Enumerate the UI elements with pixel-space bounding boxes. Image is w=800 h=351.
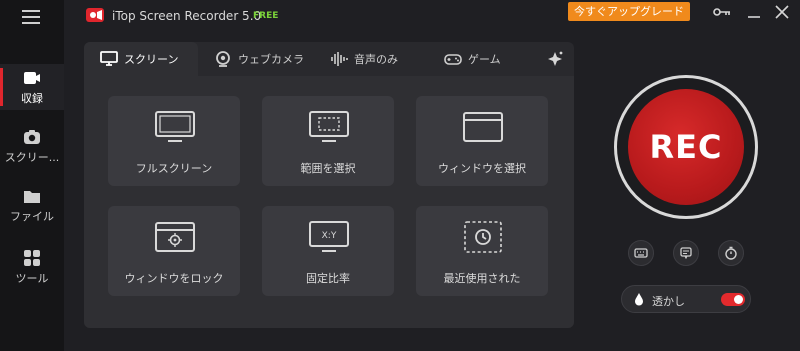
tab-webcam[interactable]: ウェブカメラ [214, 42, 304, 76]
region-select-icon [309, 111, 349, 142]
window-lock-tile[interactable]: ウィンドウをロック [108, 206, 240, 296]
tab-screen[interactable]: スクリーン [84, 42, 198, 76]
sidebar-item-label: ツール [15, 271, 49, 285]
tile-label: 範囲を選択 [300, 162, 356, 175]
fixed-ratio-tile[interactable]: X:Y 固定比率 [262, 206, 394, 296]
sidebar-item-label: スクリー... [4, 150, 60, 164]
recent-icon [464, 221, 502, 253]
tile-label: 固定比率 [306, 272, 350, 285]
tile-label: ウィンドウをロック [124, 272, 224, 285]
webcam-icon [216, 51, 230, 67]
app-title: iTop Screen Recorder 5.0 [112, 9, 262, 23]
capture-panel: スクリーン ウェブカメラ 音声のみ ゲーム フルスクリーン 範囲を選択 ウィンド… [84, 42, 574, 328]
app-logo-icon [86, 8, 104, 22]
recent-tile[interactable]: 最近使用された [416, 206, 548, 296]
watermark-label: 透かし [652, 295, 685, 308]
minimize-icon[interactable] [744, 4, 764, 20]
mode-tabs: スクリーン ウェブカメラ 音声のみ ゲーム [84, 42, 574, 76]
sidebar-item-label: 収録 [21, 91, 43, 105]
keyboard-button[interactable] [628, 240, 654, 266]
watermark-toggle[interactable]: 透かし [621, 285, 751, 313]
fixed-ratio-icon: X:Y [309, 221, 349, 252]
audio-wave-icon [331, 52, 348, 66]
tab-label: ゲーム [468, 53, 501, 66]
sidebar-item-record[interactable]: 収録 [0, 64, 64, 110]
timer-icon [725, 246, 737, 260]
timer-button[interactable] [718, 240, 744, 266]
tab-label: スクリーン [124, 53, 179, 66]
tab-game[interactable]: ゲーム [444, 42, 501, 76]
tile-label: 最近使用された [443, 272, 521, 285]
title-bar: iTop Screen Recorder 5.0 FREE 今すぐアップグレード [64, 0, 800, 32]
tile-label: ウィンドウを選択 [438, 162, 526, 175]
tab-ai-features[interactable] [546, 42, 564, 76]
sidebar-item-files[interactable]: ファイル [0, 182, 64, 228]
sparkle-icon [548, 51, 563, 66]
region-select-tile[interactable]: 範囲を選択 [262, 96, 394, 186]
fullscreen-icon [155, 111, 195, 142]
fullscreen-tile[interactable]: フルスクリーン [108, 96, 240, 186]
ratio-text: X:Y [322, 231, 337, 241]
tile-label: フルスクリーン [135, 162, 213, 175]
switch-knob [734, 295, 743, 304]
mode-grid: フルスクリーン 範囲を選択 ウィンドウを選択 ウィンドウをロック X:Y 固定比… [84, 76, 574, 328]
menu-icon[interactable] [22, 10, 40, 24]
sidebar-item-label: ファイル [10, 209, 54, 223]
window-lock-icon [155, 222, 195, 252]
monitor-icon [100, 51, 118, 66]
window-select-tile[interactable]: ウィンドウを選択 [416, 96, 548, 186]
sidebar-item-tools[interactable]: ツール [0, 244, 64, 290]
free-badge: FREE [253, 11, 279, 21]
tools-icon [24, 249, 40, 266]
note-icon [680, 247, 692, 259]
rec-button[interactable]: REC [628, 89, 744, 205]
close-icon[interactable] [772, 4, 792, 20]
keyboard-icon [634, 248, 648, 258]
window-select-icon [463, 112, 503, 142]
folder-icon [24, 190, 40, 203]
record-icon [24, 71, 40, 84]
note-button[interactable] [673, 240, 699, 266]
upgrade-button[interactable]: 今すぐアップグレード [568, 2, 690, 21]
gamepad-icon [444, 54, 462, 65]
tab-label: 音声のみ [354, 53, 398, 66]
water-drop-icon [635, 293, 643, 306]
sidebar-item-screenshot[interactable]: スクリー... [0, 123, 64, 169]
sidebar: 収録 スクリー... ファイル ツール [0, 0, 64, 351]
key-icon[interactable] [712, 4, 732, 20]
tab-label: ウェブカメラ [238, 53, 304, 66]
camera-icon [24, 129, 40, 144]
watermark-switch[interactable] [721, 293, 745, 306]
tab-audio-only[interactable]: 音声のみ [330, 42, 398, 76]
